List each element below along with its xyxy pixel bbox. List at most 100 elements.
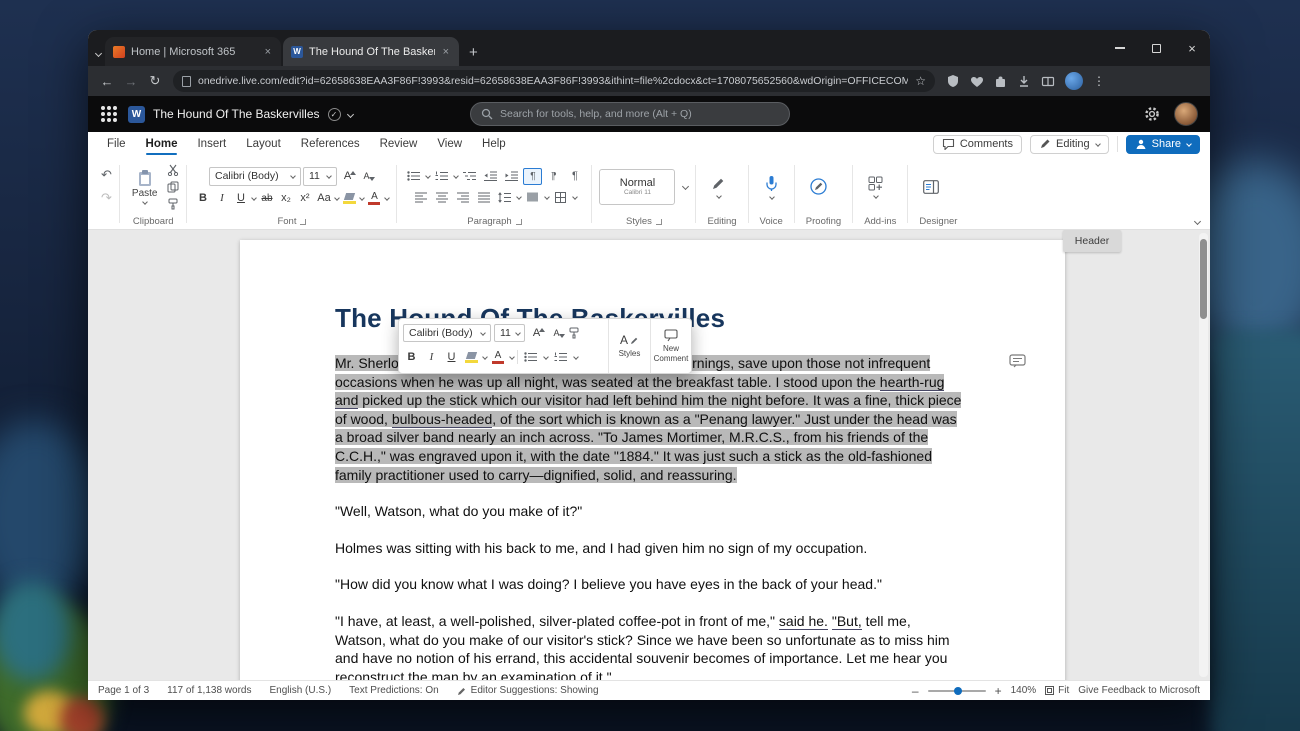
ctx-grow-font-icon[interactable]: A <box>528 327 545 339</box>
show-formatting-button[interactable]: ¶ <box>565 168 584 185</box>
back-icon[interactable]: ← <box>96 74 118 89</box>
underline-button[interactable]: U <box>232 190 249 207</box>
designer-button[interactable] <box>915 180 947 194</box>
browser-essentials-icon[interactable] <box>970 75 984 88</box>
zoom-out-icon[interactable]: – <box>912 684 919 698</box>
font-color-button[interactable]: A <box>366 192 382 205</box>
justify-button[interactable] <box>474 189 493 206</box>
browser-menu-icon[interactable]: ⋮ <box>1093 74 1105 88</box>
editor-button[interactable] <box>802 178 835 195</box>
zoom-level[interactable]: 140% <box>1011 685 1037 696</box>
font-dialog-launcher-icon[interactable] <box>300 219 306 225</box>
refresh-icon[interactable]: ↻ <box>144 73 166 89</box>
paragraph[interactable]: Holmes was sitting with his back to me, … <box>335 539 965 558</box>
ctx-format-painter-icon[interactable] <box>568 327 580 339</box>
borders-button[interactable] <box>551 189 570 206</box>
bullets-button[interactable] <box>404 168 423 185</box>
menu-tab-home[interactable]: Home <box>137 134 187 154</box>
bold-button[interactable]: B <box>194 190 211 207</box>
page-indicator[interactable]: Page 1 of 3 <box>98 685 149 696</box>
shield-icon[interactable] <box>946 74 960 88</box>
editing-button[interactable] <box>703 176 734 198</box>
paragraph[interactable]: "I have, at least, a well-polished, silv… <box>335 612 965 680</box>
document-title[interactable]: The Hound Of The Baskervilles <box>153 107 320 121</box>
font-name-select[interactable]: Calibri (Body) <box>209 167 301 186</box>
user-avatar[interactable] <box>1174 102 1198 126</box>
document-page[interactable]: The Hound Of The Baskervilles Mr. Sherlo… <box>240 240 1065 680</box>
align-left-button[interactable] <box>411 189 430 206</box>
dictate-button[interactable] <box>756 175 787 199</box>
scrollbar-thumb[interactable] <box>1200 239 1207 319</box>
ctx-shrink-font-icon[interactable]: A <box>548 327 565 339</box>
new-tab-button[interactable]: + <box>469 45 478 60</box>
menu-tab-references[interactable]: References <box>292 134 369 154</box>
address-bar[interactable]: onedrive.live.com/edit?id=62658638EAA3F8… <box>173 70 935 92</box>
settings-gear-icon[interactable] <box>1144 106 1160 122</box>
left-to-right-button[interactable]: ¶ <box>523 168 542 185</box>
ctx-highlight-button[interactable] <box>463 352 479 363</box>
header-region-button[interactable]: Header <box>1063 230 1121 252</box>
menu-tab-view[interactable]: View <box>428 134 471 154</box>
redo-icon[interactable]: ↷ <box>101 190 112 206</box>
saved-status-icon[interactable]: ✓ <box>328 108 341 121</box>
search-box[interactable] <box>470 102 790 126</box>
subscript-button[interactable]: x₂ <box>277 190 294 207</box>
feedback-link[interactable]: Give Feedback to Microsoft <box>1078 685 1200 696</box>
ctx-font-size-select[interactable]: 11 <box>494 324 525 342</box>
increase-indent-button[interactable] <box>502 168 521 185</box>
paragraph[interactable]: "How did you know what I was doing? I be… <box>335 575 965 594</box>
ctx-bold-button[interactable]: B <box>403 349 420 366</box>
forward-icon[interactable]: → <box>120 74 142 89</box>
comments-button[interactable]: Comments <box>933 135 1022 154</box>
font-size-select[interactable]: 11 <box>303 167 337 186</box>
menu-tab-insert[interactable]: Insert <box>188 134 235 154</box>
paragraph-dialog-launcher-icon[interactable] <box>516 219 522 225</box>
language-indicator[interactable]: English (U.S.) <box>269 685 331 696</box>
ctx-numbering-button[interactable] <box>551 349 570 366</box>
grow-font-icon[interactable]: A <box>339 170 356 182</box>
word-count[interactable]: 117 of 1,138 words <box>167 685 251 696</box>
strikethrough-button[interactable]: ab <box>258 190 275 207</box>
tab-close-icon[interactable]: × <box>441 46 451 58</box>
ctx-underline-button[interactable]: U <box>443 349 460 366</box>
undo-icon[interactable]: ↶ <box>101 167 112 183</box>
format-painter-icon[interactable] <box>167 198 179 210</box>
paragraph[interactable]: "Well, Watson, what do you make of it?" <box>335 502 965 521</box>
zoom-slider[interactable] <box>928 690 986 692</box>
shrink-font-icon[interactable]: A <box>358 170 375 182</box>
browser-tab-home[interactable]: Home | Microsoft 365 × <box>105 37 281 66</box>
ctx-bullets-button[interactable] <box>521 349 540 366</box>
cut-icon[interactable] <box>167 164 179 176</box>
copy-icon[interactable] <box>167 181 179 193</box>
italic-button[interactable]: I <box>213 190 230 207</box>
ctx-font-name-select[interactable]: Calibri (Body) <box>403 324 491 342</box>
line-spacing-button[interactable] <box>495 189 514 206</box>
zoom-in-icon[interactable]: + <box>995 684 1002 698</box>
ctx-styles-button[interactable]: A Styles <box>609 319 650 373</box>
paste-button[interactable]: Paste <box>127 168 163 205</box>
title-chevron-icon[interactable] <box>346 110 353 117</box>
extensions-puzzle-icon[interactable] <box>994 75 1007 88</box>
document-scrollbar[interactable] <box>1199 233 1208 677</box>
align-right-button[interactable] <box>453 189 472 206</box>
comment-marker-icon[interactable] <box>1009 354 1026 369</box>
app-launcher-icon[interactable] <box>100 105 118 123</box>
shading-button[interactable] <box>523 189 542 206</box>
browser-tab-document[interactable]: W The Hound Of The Baskervilles × <box>283 37 459 66</box>
search-input[interactable] <box>500 108 779 120</box>
style-normal-card[interactable]: Normal Calibri 11 <box>599 169 675 205</box>
editing-mode-button[interactable]: Editing <box>1030 135 1109 154</box>
browser-profile-avatar[interactable] <box>1065 72 1083 90</box>
maximize-button[interactable] <box>1138 30 1174 66</box>
fit-button[interactable]: Fit <box>1045 685 1069 696</box>
split-screen-icon[interactable] <box>1041 75 1055 88</box>
ctx-italic-button[interactable]: I <box>423 349 440 366</box>
zoom-slider-knob[interactable] <box>954 687 962 695</box>
styles-gallery-chevron-icon[interactable] <box>682 183 689 190</box>
word-logo-icon[interactable]: W <box>128 106 145 123</box>
superscript-button[interactable]: x² <box>296 190 313 207</box>
decrease-indent-button[interactable] <box>481 168 500 185</box>
close-button[interactable]: × <box>1174 30 1210 66</box>
menu-tab-help[interactable]: Help <box>473 134 515 154</box>
add-ins-button[interactable] <box>860 176 891 198</box>
